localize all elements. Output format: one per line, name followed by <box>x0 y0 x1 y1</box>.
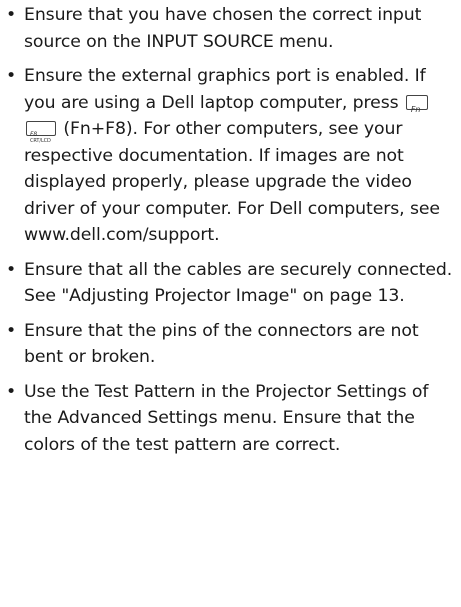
fn-key-icon: Fn <box>405 94 428 114</box>
bullet-text: Ensure that the pins of the connectors a… <box>24 320 419 368</box>
bullet-text-before-keys: Ensure the external graphics port is ena… <box>24 66 426 113</box>
bullet-text: Use the Test Pattern in the Projector Se… <box>24 381 429 455</box>
list-item: • Ensure that you have chosen the correc… <box>0 2 461 55</box>
bullet-icon: • <box>6 66 17 86</box>
bullet-text-after-keys: (Fn+F8). For other computers, see your r… <box>24 119 440 245</box>
crt-lcd-key-label: CRT/LCD <box>30 138 51 144</box>
f8-crt-lcd-key-icon: F8 CRT/LCD <box>26 121 56 144</box>
list-item: • Ensure the external graphics port is e… <box>0 63 461 249</box>
bullet-icon: • <box>6 320 17 341</box>
troubleshooting-list: • Ensure that you have chosen the correc… <box>0 2 461 466</box>
list-item: • Ensure that all the cables are securel… <box>0 257 461 310</box>
bullet-icon: • <box>6 5 17 25</box>
bullet-icon: • <box>6 381 17 402</box>
list-item: • Use the Test Pattern in the Projector … <box>0 379 461 459</box>
document-page: • Ensure that you have chosen the correc… <box>0 0 461 607</box>
bullet-icon: • <box>6 259 17 280</box>
bullet-text: Ensure that all the cables are securely … <box>24 259 453 307</box>
list-item: • Ensure that the pins of the connectors… <box>0 318 461 371</box>
fn-key-label: Fn <box>410 104 421 114</box>
bullet-text: Ensure that you have chosen the correct … <box>24 5 422 52</box>
